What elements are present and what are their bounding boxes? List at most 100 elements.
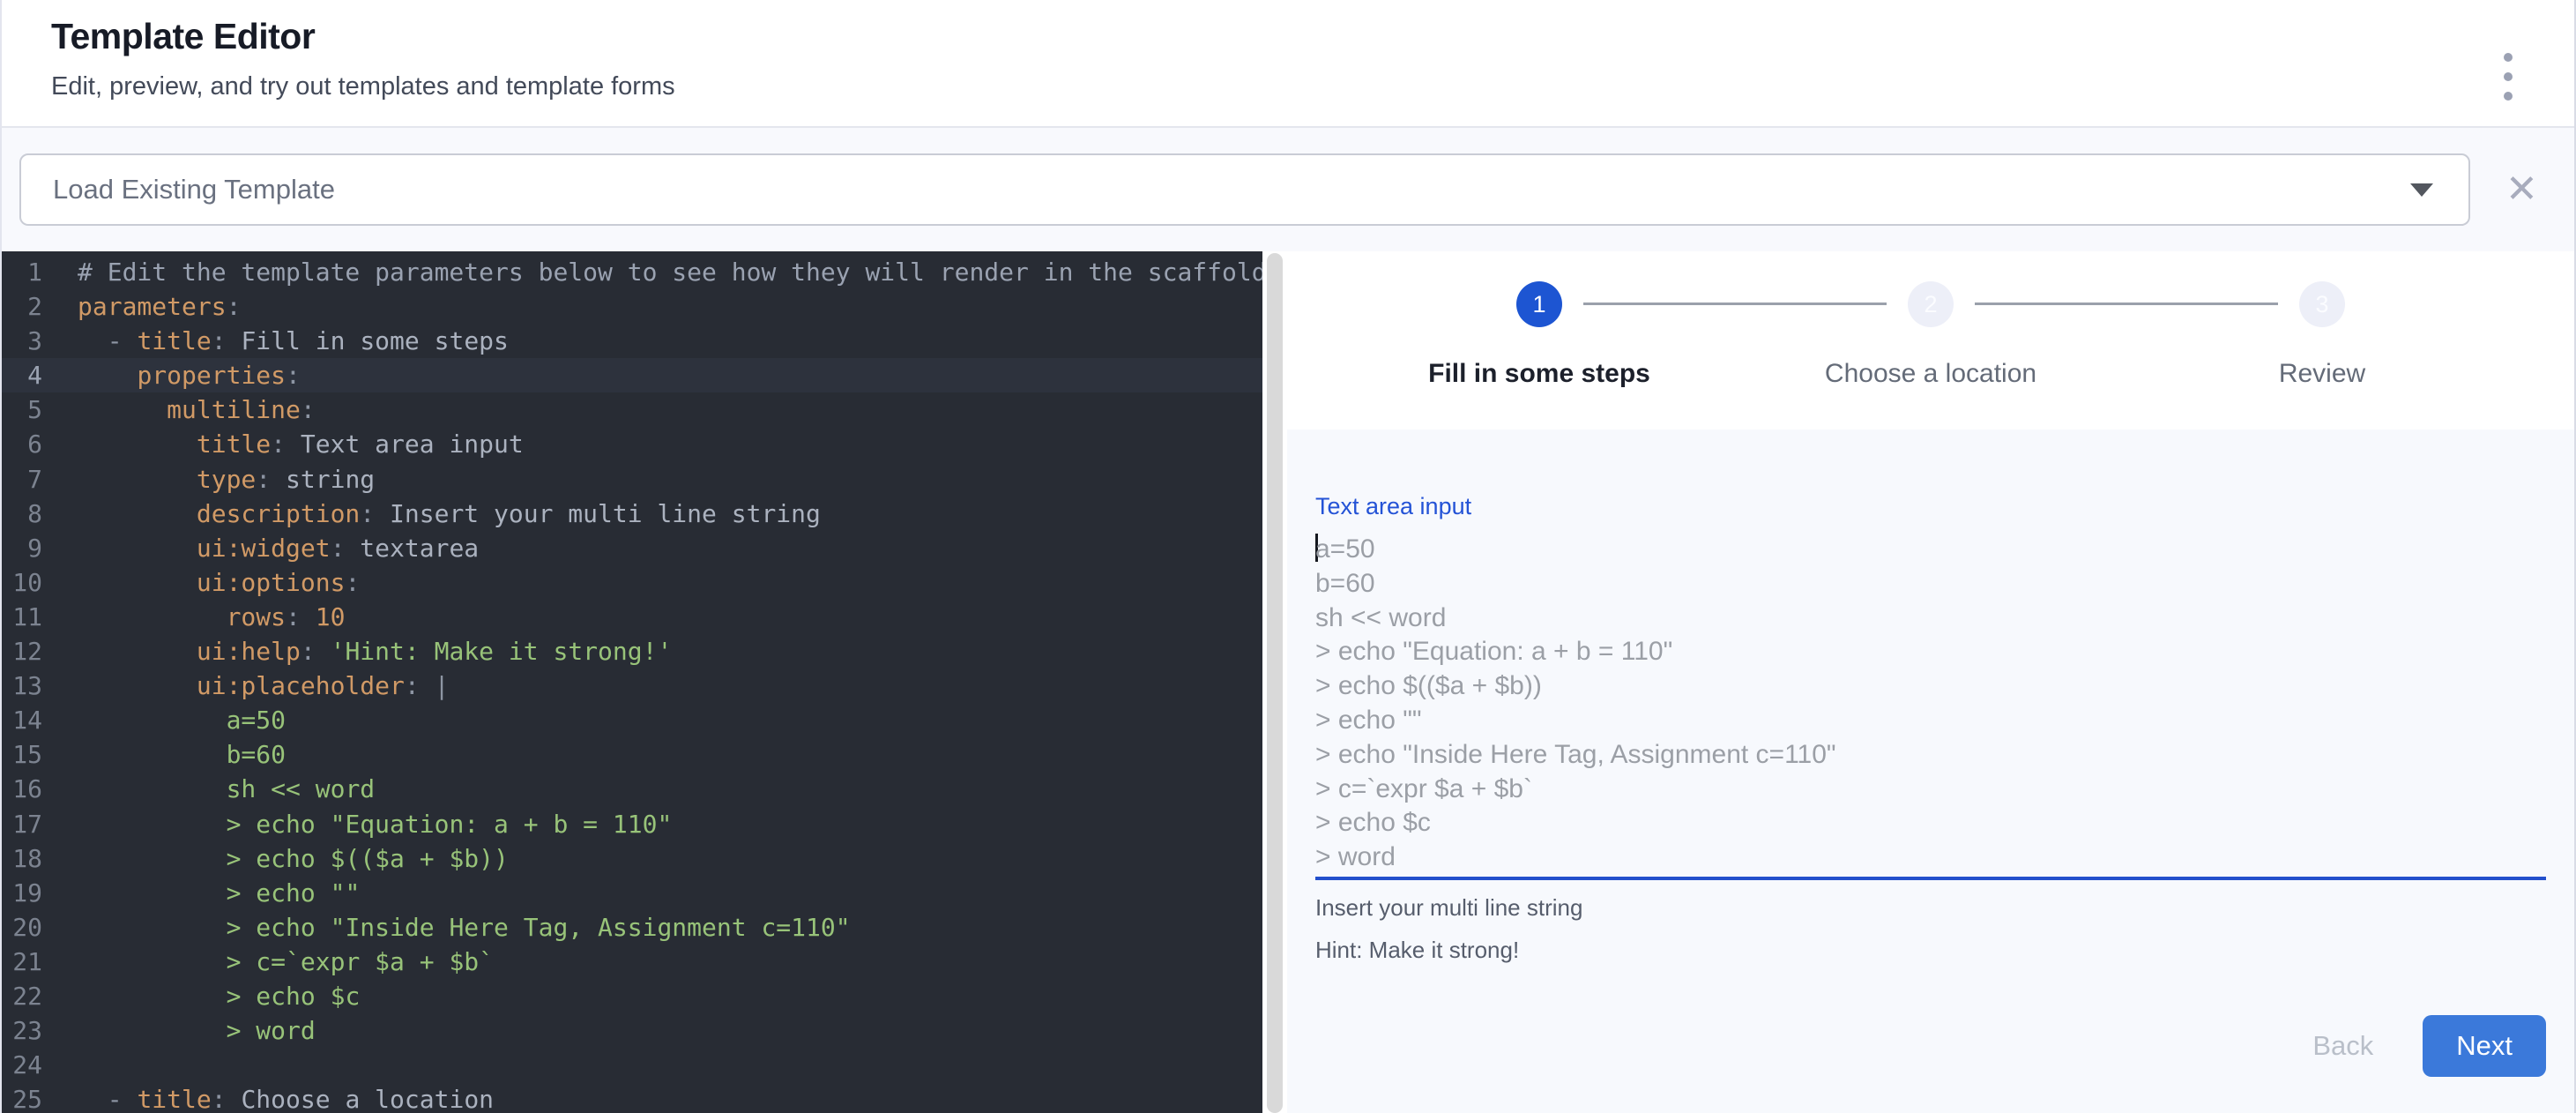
line-code: ui:widget: textarea: [42, 531, 479, 565]
kebab-menu-icon[interactable]: [2495, 48, 2521, 106]
line-number: 13: [2, 669, 42, 703]
editor-line[interactable]: 24: [2, 1048, 1262, 1082]
page-title: Template Editor: [51, 16, 675, 57]
editor-line[interactable]: 2parameters:: [2, 289, 1262, 324]
step-circle[interactable]: 2: [1908, 281, 1954, 327]
line-number: 20: [2, 910, 42, 945]
line-number: 24: [2, 1048, 42, 1082]
line-code: ui:placeholder: |: [42, 669, 449, 703]
line-number: 25: [2, 1082, 42, 1113]
editor-line[interactable]: 7 type: string: [2, 462, 1262, 497]
editor-line[interactable]: 14 a=50: [2, 703, 1262, 737]
back-button[interactable]: Back: [2297, 1021, 2389, 1071]
line-number: 2: [2, 289, 42, 324]
line-code: > echo $c: [42, 979, 360, 1013]
line-code: sh << word: [42, 772, 375, 806]
line-number: 10: [2, 565, 42, 600]
text-cursor: [1315, 534, 1318, 562]
clear-selection-button[interactable]: ✕: [2498, 167, 2545, 213]
header: Template Editor Edit, preview, and try o…: [2, 0, 2574, 128]
dot: [2504, 92, 2513, 101]
editor-line[interactable]: 4 properties:: [2, 358, 1262, 392]
editor-line[interactable]: 1# Edit the template parameters below to…: [2, 255, 1262, 289]
header-titles: Template Editor Edit, preview, and try o…: [51, 16, 675, 101]
field-description: Insert your multi line string: [1315, 894, 2546, 922]
form-actions: Back Next: [1315, 1015, 2546, 1077]
step-circle[interactable]: 1: [1516, 281, 1562, 327]
line-number: 6: [2, 427, 42, 461]
line-code: [42, 1048, 78, 1082]
line-code: type: string: [42, 462, 375, 497]
line-number: 17: [2, 807, 42, 841]
line-code: - title: Fill in some steps: [42, 324, 509, 358]
line-code: title: Text area input: [42, 427, 524, 461]
editor-line[interactable]: 22 > echo $c: [2, 979, 1262, 1013]
editor-line[interactable]: 13 ui:placeholder: |: [2, 669, 1262, 703]
line-number: 21: [2, 945, 42, 979]
textarea-placeholder-line: b=60: [1315, 567, 2546, 601]
line-code: a=50: [42, 703, 286, 737]
textarea-placeholder-line: a=50: [1315, 533, 2546, 567]
editor-scrollbar-thumb[interactable]: [1267, 253, 1283, 1113]
editor-line[interactable]: 11 rows: 10: [2, 600, 1262, 634]
line-code: > echo "Equation: a + b = 110": [42, 807, 672, 841]
line-code: ui:options:: [42, 565, 360, 600]
editor-line[interactable]: 20 > echo "Inside Here Tag, Assignment c…: [2, 910, 1262, 945]
line-number: 9: [2, 531, 42, 565]
line-code: multiline:: [42, 392, 316, 427]
step-circle[interactable]: 3: [2299, 281, 2345, 327]
line-number: 15: [2, 737, 42, 772]
next-button[interactable]: Next: [2423, 1015, 2546, 1077]
code-editor[interactable]: 1# Edit the template parameters below to…: [2, 251, 1262, 1113]
line-number: 12: [2, 634, 42, 669]
editor-line[interactable]: 8 description: Insert your multi line st…: [2, 497, 1262, 531]
line-number: 8: [2, 497, 42, 531]
stepper: 123 Fill in some stepsChoose a locationR…: [1287, 251, 2574, 389]
editor-line[interactable]: 9 ui:widget: textarea: [2, 531, 1262, 565]
line-number: 4: [2, 358, 42, 392]
editor-line[interactable]: 21 > c=`expr $a + $b`: [2, 945, 1262, 979]
line-number: 14: [2, 703, 42, 737]
multiline-textarea[interactable]: a=50b=60sh << word> echo "Equation: a + …: [1315, 533, 2546, 880]
editor-line[interactable]: 6 title: Text area input: [2, 427, 1262, 461]
textarea-placeholder-line: > echo $(($a + $b)): [1315, 669, 2546, 704]
editor-line[interactable]: 17 > echo "Equation: a + b = 110": [2, 807, 1262, 841]
line-code: properties:: [42, 358, 301, 392]
editor-line[interactable]: 23 > word: [2, 1013, 1262, 1048]
editor-line[interactable]: 10 ui:options:: [2, 565, 1262, 600]
line-number: 5: [2, 392, 42, 427]
line-number: 1: [2, 255, 42, 289]
textarea-placeholder-line: > c=`expr $a + $b`: [1315, 773, 2546, 807]
line-code: ui:help: 'Hint: Make it strong!': [42, 634, 672, 669]
line-number: 19: [2, 876, 42, 910]
load-template-select-value: Load Existing Template: [53, 174, 2410, 205]
dot: [2504, 53, 2513, 62]
load-template-select[interactable]: Load Existing Template: [19, 153, 2470, 226]
line-number: 7: [2, 462, 42, 497]
editor-line[interactable]: 12 ui:help: 'Hint: Make it strong!': [2, 634, 1262, 669]
textarea-placeholder-line: > echo $c: [1315, 806, 2546, 840]
line-number: 3: [2, 324, 42, 358]
line-number: 16: [2, 772, 42, 806]
textarea-placeholder: a=50b=60sh << word> echo "Equation: a + …: [1315, 533, 2546, 875]
stepper-connector: [1583, 303, 1887, 305]
editor-lines: 1# Edit the template parameters below to…: [2, 255, 1262, 1113]
editor-line[interactable]: 3 - title: Fill in some steps: [2, 324, 1262, 358]
line-code: > word: [42, 1013, 316, 1048]
editor-line[interactable]: 19 > echo "": [2, 876, 1262, 910]
editor-line[interactable]: 18 > echo $(($a + $b)): [2, 841, 1262, 876]
step-label: Choose a location: [1825, 359, 2036, 388]
line-code: # Edit the template parameters below to …: [42, 255, 1262, 289]
line-number: 11: [2, 600, 42, 634]
preview-panel: 123 Fill in some stepsChoose a locationR…: [1287, 251, 2574, 1113]
load-template-bar: Load Existing Template ✕: [2, 128, 2574, 251]
editor-line[interactable]: 15 b=60: [2, 737, 1262, 772]
editor-line[interactable]: 25 - title: Choose a location: [2, 1082, 1262, 1113]
field-label: Text area input: [1315, 493, 2546, 520]
editor-line[interactable]: 16 sh << word: [2, 772, 1262, 806]
editor-line[interactable]: 5 multiline:: [2, 392, 1262, 427]
line-code: > echo "": [42, 876, 360, 910]
textarea-placeholder-line: > echo "Equation: a + b = 110": [1315, 635, 2546, 669]
editor-scrollbar[interactable]: [1262, 251, 1287, 1113]
line-code: > echo $(($a + $b)): [42, 841, 509, 876]
